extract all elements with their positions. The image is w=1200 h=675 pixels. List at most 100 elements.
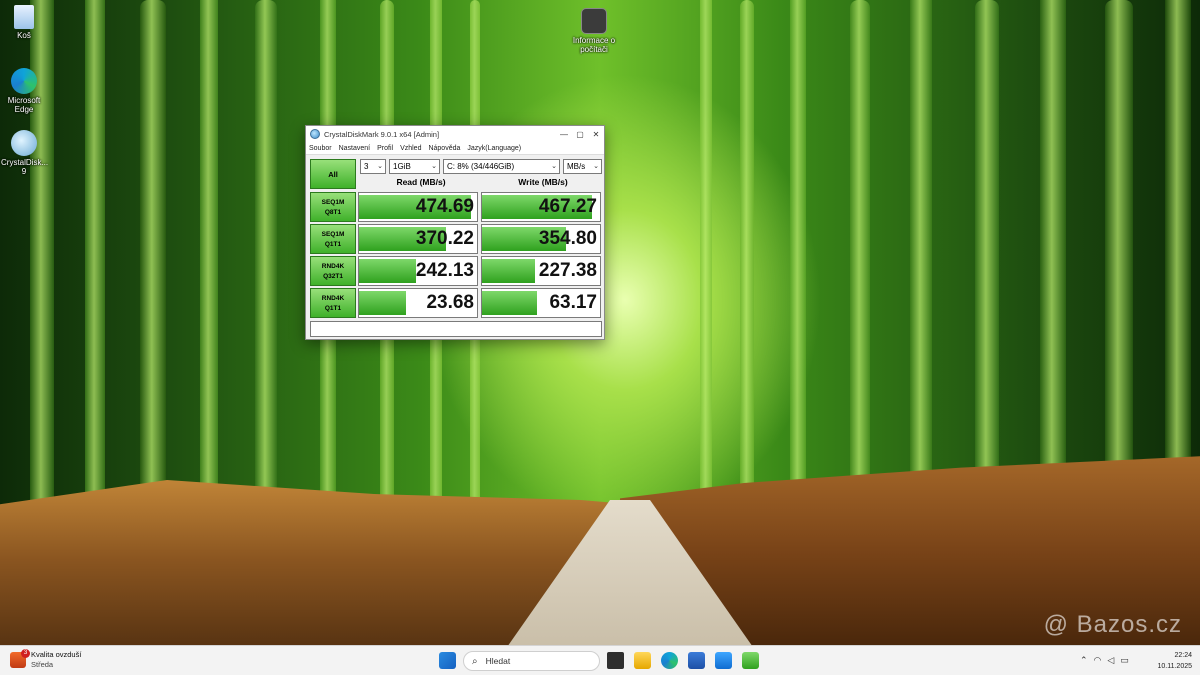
desktop-icon-pc-info[interactable]: Informace o počítači <box>571 8 617 54</box>
desktop-icon-label: Microsoft Edge <box>7 96 41 114</box>
bamboo-stem <box>910 0 932 550</box>
crystaldisk-icon <box>310 129 320 139</box>
menu-help[interactable]: Nápověda <box>428 145 460 152</box>
desktop-icon-label: Informace o počítači <box>572 36 616 54</box>
menu-theme[interactable]: Vzhled <box>400 145 421 152</box>
test-params: Q1T1 <box>324 305 342 312</box>
desktop-icon-recycle-bin[interactable]: Koš <box>1 5 47 40</box>
desktop-icon-label: CrystalDisk... 9 <box>1 158 49 176</box>
read-value: 242.13 <box>415 260 474 281</box>
chevron-down-icon: ⌄ <box>431 163 437 170</box>
search-placeholder: Hledat <box>485 656 511 666</box>
size-value: 1GiB <box>393 162 411 171</box>
wifi-icon[interactable]: ◠ <box>1094 655 1102 666</box>
watermark: @ Bazos.cz <box>1043 611 1182 638</box>
read-bar <box>359 291 407 315</box>
test-params: Q32T1 <box>323 273 343 280</box>
test-button-rnd4k-q1t1[interactable]: RND4K Q1T1 <box>310 288 356 318</box>
read-bar <box>359 259 416 283</box>
unit-value: MB/s <box>567 162 586 171</box>
drive-value: C: 8% (34/446GiB) <box>447 162 515 171</box>
weather-value: Středa <box>31 660 54 669</box>
write-value: 227.38 <box>538 260 597 281</box>
read-result: 242.13 <box>358 256 478 286</box>
desktop-icon-crystaldiskmark[interactable]: CrystalDisk... 9 <box>1 130 49 176</box>
count-select[interactable]: 3 ⌄ <box>360 159 386 174</box>
crystaldisk-icon <box>11 130 37 156</box>
test-button-seq1m-q1t1[interactable]: SEQ1M Q1T1 <box>310 224 356 254</box>
search-box[interactable]: ⌕ Hledat <box>463 651 600 671</box>
read-value: 474.69 <box>415 196 474 217</box>
unit-select[interactable]: MB/s ⌄ <box>563 159 602 174</box>
write-value: 467.27 <box>538 196 597 217</box>
weather-title: Kvalita ovzduší <box>31 650 82 659</box>
write-value: 354.80 <box>538 228 597 249</box>
crystaldiskmark-window: CrystalDiskMark 9.0.1 x64 [Admin] — ▢ ✕ … <box>305 125 605 340</box>
write-bar <box>482 259 536 283</box>
start-button[interactable] <box>439 652 456 669</box>
test-name: RND4K <box>321 263 345 270</box>
volume-icon[interactable]: ◁ <box>1107 655 1114 666</box>
bamboo-stem <box>140 0 166 560</box>
read-result: 474.69 <box>358 192 478 222</box>
battery-icon[interactable]: ▭ <box>1120 655 1129 666</box>
test-button-rnd4k-q32t1[interactable]: RND4K Q32T1 <box>310 256 356 286</box>
weather-widget[interactable]: 3 Kvalita ovzduší Středa <box>10 649 82 670</box>
write-header: Write (MB/s) <box>518 177 568 187</box>
settings-row: All 3 ⌄ 1GiB ⌄ C: 8% (34/446GiB) ⌄ MB/s … <box>310 159 602 189</box>
chevron-down-icon: ⌄ <box>551 163 557 170</box>
comment-field[interactable] <box>310 321 602 337</box>
chevron-up-icon[interactable]: ⌃ <box>1080 655 1088 666</box>
menu-language[interactable]: Jazyk(Language) <box>467 145 521 152</box>
test-name: SEQ1M <box>321 231 345 238</box>
system-tray: ⌃ ◠ ◁ ▭ <box>1080 655 1129 666</box>
edge-icon <box>11 68 37 94</box>
read-value: 370.22 <box>415 228 474 249</box>
bamboo-stem <box>740 0 754 560</box>
maximize-button[interactable]: ▢ <box>572 126 588 142</box>
close-button[interactable]: ✕ <box>588 126 604 142</box>
test-button-seq1m-q8t1[interactable]: SEQ1M Q8T1 <box>310 192 356 222</box>
write-value: 63.17 <box>549 292 597 313</box>
chevron-down-icon: ⌄ <box>377 163 383 170</box>
clock-time: 22:24 <box>1174 652 1192 659</box>
outlook-icon[interactable] <box>715 652 732 669</box>
test-name: RND4K <box>321 295 345 302</box>
write-result: 63.17 <box>481 288 601 318</box>
task-view-icon[interactable] <box>607 652 624 669</box>
clock[interactable]: 22:24 10.11.2025 <box>1157 650 1192 672</box>
store-icon[interactable] <box>688 652 705 669</box>
crystaldisk-taskbar-icon[interactable] <box>742 652 759 669</box>
menu-bar: Soubor Nastavení Profil Vzhled Nápověda … <box>306 142 604 155</box>
write-result: 467.27 <box>481 192 601 222</box>
desktop-icon-edge[interactable]: Microsoft Edge <box>1 68 47 114</box>
window-title: CrystalDiskMark 9.0.1 x64 [Admin] <box>324 129 440 139</box>
read-result: 23.68 <box>358 288 478 318</box>
drive-select[interactable]: C: 8% (34/446GiB) ⌄ <box>443 159 560 174</box>
search-icon: ⌕ <box>472 655 478 667</box>
menu-profile[interactable]: Profil <box>377 145 393 152</box>
pc-info-icon <box>581 8 607 34</box>
recycle-bin-icon <box>14 5 34 29</box>
test-params: Q1T1 <box>324 241 342 248</box>
minimize-button[interactable]: — <box>556 126 572 142</box>
edge-icon[interactable] <box>661 652 678 669</box>
write-bar <box>482 291 538 315</box>
read-value: 23.68 <box>426 292 474 313</box>
bamboo-stem <box>700 0 712 550</box>
menu-settings[interactable]: Nastavení <box>339 145 371 152</box>
read-result: 370.22 <box>358 224 478 254</box>
taskbar: 3 Kvalita ovzduší Středa ⌕ Hledat ⌃ ◠ ◁ … <box>0 645 1200 675</box>
count-value: 3 <box>364 162 369 171</box>
read-header: Read (MB/s) <box>396 177 446 187</box>
test-params: Q8T1 <box>324 209 342 216</box>
file-explorer-icon[interactable] <box>634 652 651 669</box>
weather-icon: 3 <box>10 649 30 668</box>
clock-date: 10.11.2025 <box>1157 663 1192 670</box>
write-result: 227.38 <box>481 256 601 286</box>
desktop-icon-label: Koš <box>17 31 31 40</box>
all-button[interactable]: All <box>310 159 356 189</box>
title-bar[interactable]: CrystalDiskMark 9.0.1 x64 [Admin] — ▢ ✕ <box>306 126 604 142</box>
menu-file[interactable]: Soubor <box>309 145 332 152</box>
size-select[interactable]: 1GiB ⌄ <box>389 159 440 174</box>
